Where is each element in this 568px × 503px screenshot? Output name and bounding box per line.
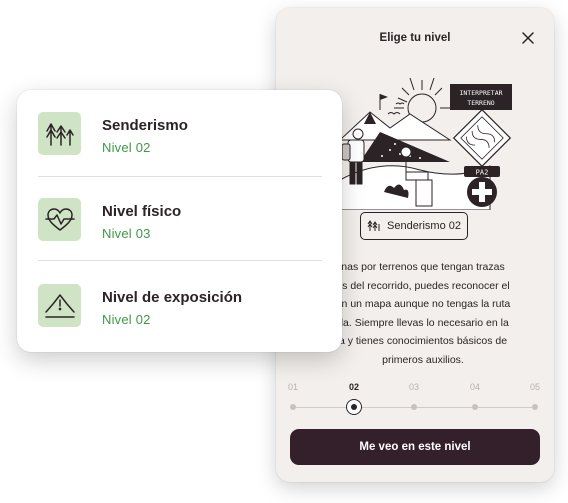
hiking-terrain-illustration: INTERPRETAR TERRENO PA2 <box>340 77 512 210</box>
list-item-nivel-fisico[interactable]: Nivel físico Nivel 03 <box>17 176 342 260</box>
list-item-nivel-exposicion[interactable]: Nivel de exposición Nivel 02 <box>17 262 342 346</box>
list-item-level: Nivel 02 <box>102 312 151 327</box>
step-number[interactable]: 04 <box>470 382 480 392</box>
confirm-level-button[interactable]: Me veo en este nivel <box>290 429 540 465</box>
warning-mountain-icon-tile <box>38 284 81 327</box>
list-item-label: Senderismo <box>102 117 188 134</box>
step-number[interactable]: 05 <box>530 382 540 392</box>
heart-pulse-icon-tile <box>38 198 81 241</box>
forest-icon <box>367 220 380 231</box>
step-dot[interactable] <box>411 404 417 410</box>
forest-icon-tile <box>38 112 81 155</box>
level-summary-card: Senderismo Nivel 02 Nivel físico Nivel 0… <box>17 90 342 352</box>
step-number[interactable]: 01 <box>288 382 298 392</box>
divider <box>38 260 322 261</box>
description-line: primeros auxilios. <box>382 353 464 366</box>
step-number-selected[interactable]: 02 <box>349 382 359 392</box>
level-stepper[interactable]: 01 02 03 04 05 <box>276 382 554 428</box>
illustration-badge-text: PA2 <box>476 169 489 177</box>
illustration-sign-line1: INTERPRETAR <box>459 89 502 97</box>
close-button[interactable] <box>520 30 536 46</box>
selected-level-badge: Senderismo 02 <box>360 212 468 240</box>
warning-mountain-icon <box>44 293 75 318</box>
illustration-sign-line2: TERRENO <box>467 99 494 107</box>
forest-icon <box>45 122 74 146</box>
list-item-senderismo[interactable]: Senderismo Nivel 02 <box>17 90 342 174</box>
list-item-label: Nivel físico <box>102 203 182 220</box>
selected-level-label: Senderismo 02 <box>387 220 461 232</box>
step-dot-selected[interactable] <box>346 399 362 415</box>
step-dot[interactable] <box>472 404 478 410</box>
list-item-level: Nivel 03 <box>102 226 151 241</box>
step-number[interactable]: 03 <box>409 382 419 392</box>
close-icon <box>522 32 534 44</box>
step-dot[interactable] <box>290 404 296 410</box>
list-item-level: Nivel 02 <box>102 140 151 155</box>
step-dot[interactable] <box>532 404 538 410</box>
heart-pulse-icon <box>44 207 75 231</box>
modal-title: Elige tu nivel <box>379 32 451 44</box>
list-item-label: Nivel de exposición <box>102 289 243 306</box>
